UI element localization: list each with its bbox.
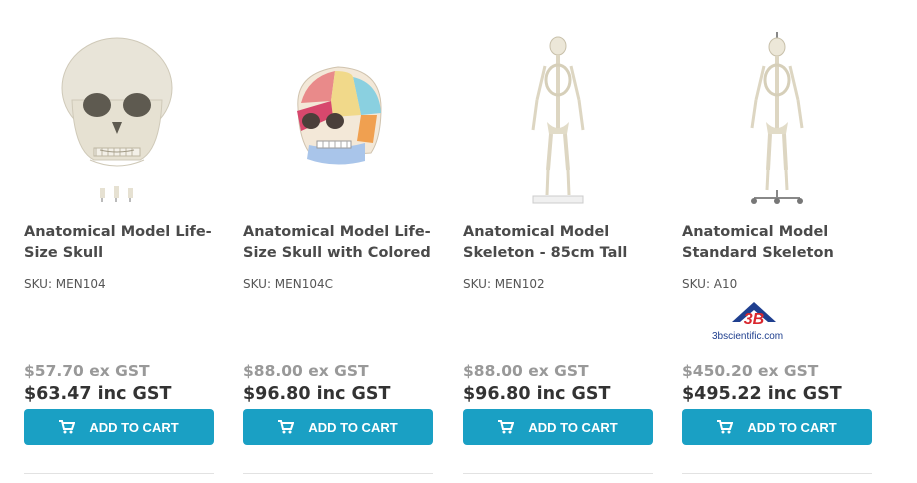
product-sku: SKU: MEN104C [243, 277, 333, 291]
cart-icon [498, 420, 515, 434]
product-sku: SKU: A10 [682, 277, 738, 291]
price-inc-gst: $63.47 inc GST [24, 384, 172, 404]
product-card: Anatomical Model Skeleton - 85cm Tall SK… [463, 0, 653, 483]
product-title[interactable]: Anatomical Model Standard Skeleton [682, 222, 872, 264]
product-image[interactable] [682, 30, 872, 206]
add-to-cart-button[interactable]: ADD TO CART [682, 409, 872, 445]
price-inc-gst: $495.22 inc GST [682, 384, 842, 404]
colored-skull-icon [297, 66, 382, 165]
product-image[interactable] [243, 30, 433, 206]
price-inc-gst: $96.80 inc GST [243, 384, 391, 404]
price-ex-gst: $57.70 ex GST [24, 362, 150, 380]
divider [463, 473, 653, 474]
brand-logo: 3B 3bscientific.com [710, 300, 820, 344]
cart-icon [278, 420, 295, 434]
divider [24, 473, 214, 474]
add-to-cart-button[interactable]: ADD TO CART [463, 409, 653, 445]
brand-text: 3bscientific.com [712, 331, 783, 342]
price-ex-gst: $450.20 ex GST [682, 362, 819, 380]
brand-mark: 3B [744, 311, 764, 328]
product-image[interactable] [463, 30, 653, 206]
skull-icon [61, 37, 173, 202]
product-sku: SKU: MEN104 [24, 277, 106, 291]
product-image[interactable] [24, 30, 214, 206]
skeleton-stand-icon [750, 32, 804, 204]
divider [243, 473, 433, 474]
add-to-cart-label: ADD TO CART [528, 419, 618, 435]
cart-icon [59, 420, 76, 434]
product-card: Anatomical Model Life-Size Skull SKU: ME… [24, 0, 214, 483]
product-title[interactable]: Anatomical Model Life-Size Skull [24, 222, 214, 264]
3b-scientific-logo: 3B 3bscientific.com [712, 302, 783, 342]
divider [682, 473, 872, 474]
add-to-cart-label: ADD TO CART [89, 419, 179, 435]
price-ex-gst: $88.00 ex GST [243, 362, 369, 380]
product-title[interactable]: Anatomical Model Skeleton - 85cm Tall [463, 222, 653, 264]
add-to-cart-label: ADD TO CART [747, 419, 837, 435]
add-to-cart-label: ADD TO CART [308, 419, 398, 435]
skeleton-icon [531, 36, 585, 204]
cart-icon [717, 420, 734, 434]
product-card: Anatomical Model Standard Skeleton SKU: … [682, 0, 872, 483]
product-title[interactable]: Anatomical Model Life-Size Skull with Co… [243, 222, 433, 264]
price-ex-gst: $88.00 ex GST [463, 362, 589, 380]
add-to-cart-button[interactable]: ADD TO CART [24, 409, 214, 445]
add-to-cart-button[interactable]: ADD TO CART [243, 409, 433, 445]
product-grid: Anatomical Model Life-Size Skull SKU: ME… [0, 0, 917, 483]
product-card: Anatomical Model Life-Size Skull with Co… [243, 0, 433, 483]
product-sku: SKU: MEN102 [463, 277, 545, 291]
price-inc-gst: $96.80 inc GST [463, 384, 611, 404]
